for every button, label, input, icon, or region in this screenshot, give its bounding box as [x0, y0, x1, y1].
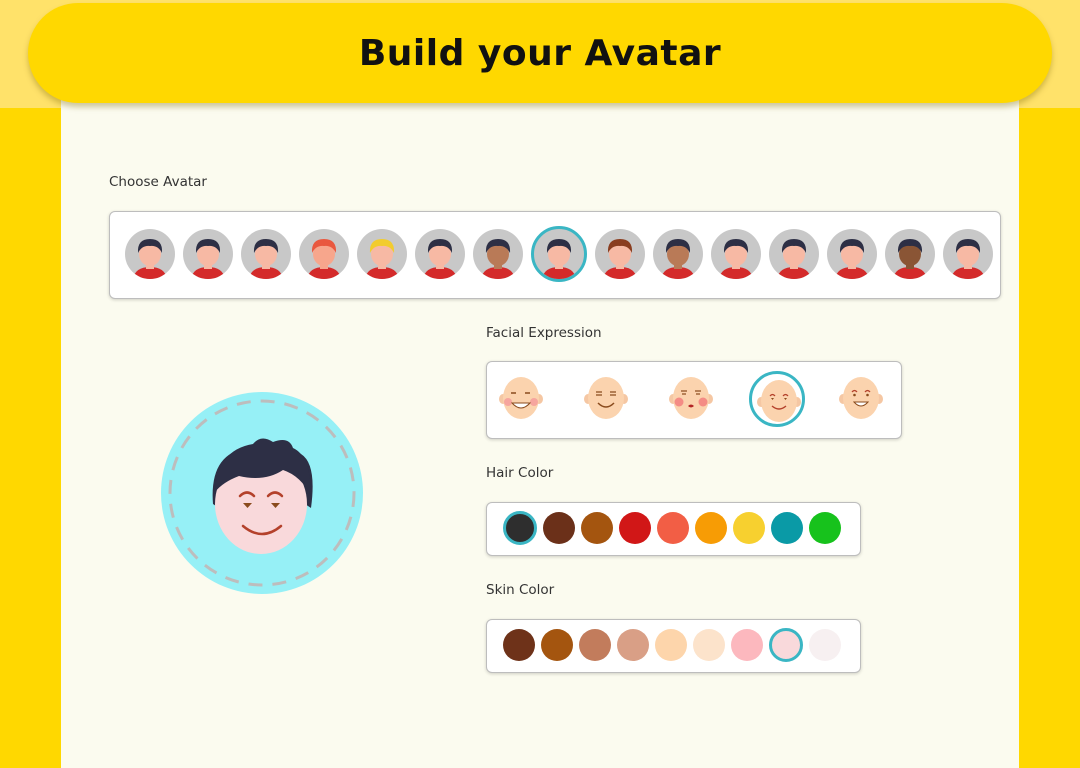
avatar-option-3[interactable]	[241, 229, 291, 279]
expression-blushing-kiss-face	[669, 377, 713, 419]
expression-happy-closed-eyes[interactable]	[579, 371, 635, 427]
hair-color-label: Hair Color	[486, 465, 554, 481]
expression-smiling[interactable]	[749, 371, 805, 427]
avatar-option-12[interactable]	[769, 229, 819, 279]
hair-color-swatch-7[interactable]	[733, 512, 765, 544]
avatar-option-14[interactable]	[885, 229, 935, 279]
hair-color-swatch-8[interactable]	[771, 512, 803, 544]
hair-color-swatch-3[interactable]	[581, 512, 613, 544]
skin-color-label: Skin Color	[486, 582, 555, 598]
avatar-option-13[interactable]	[827, 229, 877, 279]
avatar-option-art	[661, 239, 695, 279]
page-title: Build your Avatar	[358, 32, 722, 74]
avatar-option-art	[481, 239, 515, 279]
expression-grinning[interactable]	[834, 371, 890, 427]
avatar-option-art	[365, 239, 399, 279]
avatar-option-art	[719, 239, 753, 279]
avatar-option-art	[835, 239, 869, 279]
hair-color-options	[503, 511, 841, 545]
skin-color-swatch-9[interactable]	[809, 629, 841, 661]
avatar-option-art	[542, 239, 576, 279]
avatar-preview-art	[168, 399, 356, 587]
hair-color-swatch-4[interactable]	[619, 512, 651, 544]
avatar-option-11[interactable]	[711, 229, 761, 279]
avatar-option-art	[893, 239, 927, 279]
avatar-option-art	[307, 239, 341, 279]
skin-color-swatch-6[interactable]	[693, 629, 725, 661]
skin-color-swatch-8[interactable]	[769, 628, 803, 662]
hair-color-swatch-1[interactable]	[503, 511, 537, 545]
avatar-option-art	[603, 239, 637, 279]
hair-color-swatch-5[interactable]	[657, 512, 689, 544]
avatar-option-5[interactable]	[357, 229, 407, 279]
avatar-preview	[161, 392, 363, 594]
skin-color-swatch-3[interactable]	[579, 629, 611, 661]
avatar-option-art	[249, 239, 283, 279]
skin-color-swatch-7[interactable]	[731, 629, 763, 661]
avatar-option-15[interactable]	[943, 229, 993, 279]
skin-color-swatch-4[interactable]	[617, 629, 649, 661]
hair-color-swatch-9[interactable]	[809, 512, 841, 544]
avatar-option-art	[777, 239, 811, 279]
avatar-option-art	[133, 239, 167, 279]
skin-color-swatch-2[interactable]	[541, 629, 573, 661]
hair-color-swatch-6[interactable]	[695, 512, 727, 544]
expression-options	[494, 371, 890, 427]
expression-grinning-face	[839, 377, 883, 419]
avatar-option-9[interactable]	[595, 229, 645, 279]
hair-color-swatch-2[interactable]	[543, 512, 575, 544]
avatar-options	[125, 226, 993, 282]
header-bar: Build your Avatar	[28, 3, 1052, 103]
avatar-option-7[interactable]	[473, 229, 523, 279]
avatar-option-2[interactable]	[183, 229, 233, 279]
avatar-option-4[interactable]	[299, 229, 349, 279]
skin-color-swatch-5[interactable]	[655, 629, 687, 661]
expression-smiling-face	[757, 380, 801, 422]
avatar-option-8[interactable]	[531, 226, 587, 282]
avatar-option-art	[423, 239, 457, 279]
expression-laughing[interactable]	[494, 371, 550, 427]
avatar-option-6[interactable]	[415, 229, 465, 279]
expression-blushing-kiss[interactable]	[664, 371, 720, 427]
choose-avatar-label: Choose Avatar	[109, 174, 207, 190]
avatar-option-10[interactable]	[653, 229, 703, 279]
facial-expression-label: Facial Expression	[486, 325, 602, 341]
avatar-option-art	[951, 239, 985, 279]
avatar-option-1[interactable]	[125, 229, 175, 279]
avatar-option-art	[191, 239, 225, 279]
skin-color-swatch-1[interactable]	[503, 629, 535, 661]
skin-color-options	[503, 628, 841, 662]
expression-happy-closed-eyes-face	[584, 377, 628, 419]
expression-laughing-face	[499, 377, 543, 419]
